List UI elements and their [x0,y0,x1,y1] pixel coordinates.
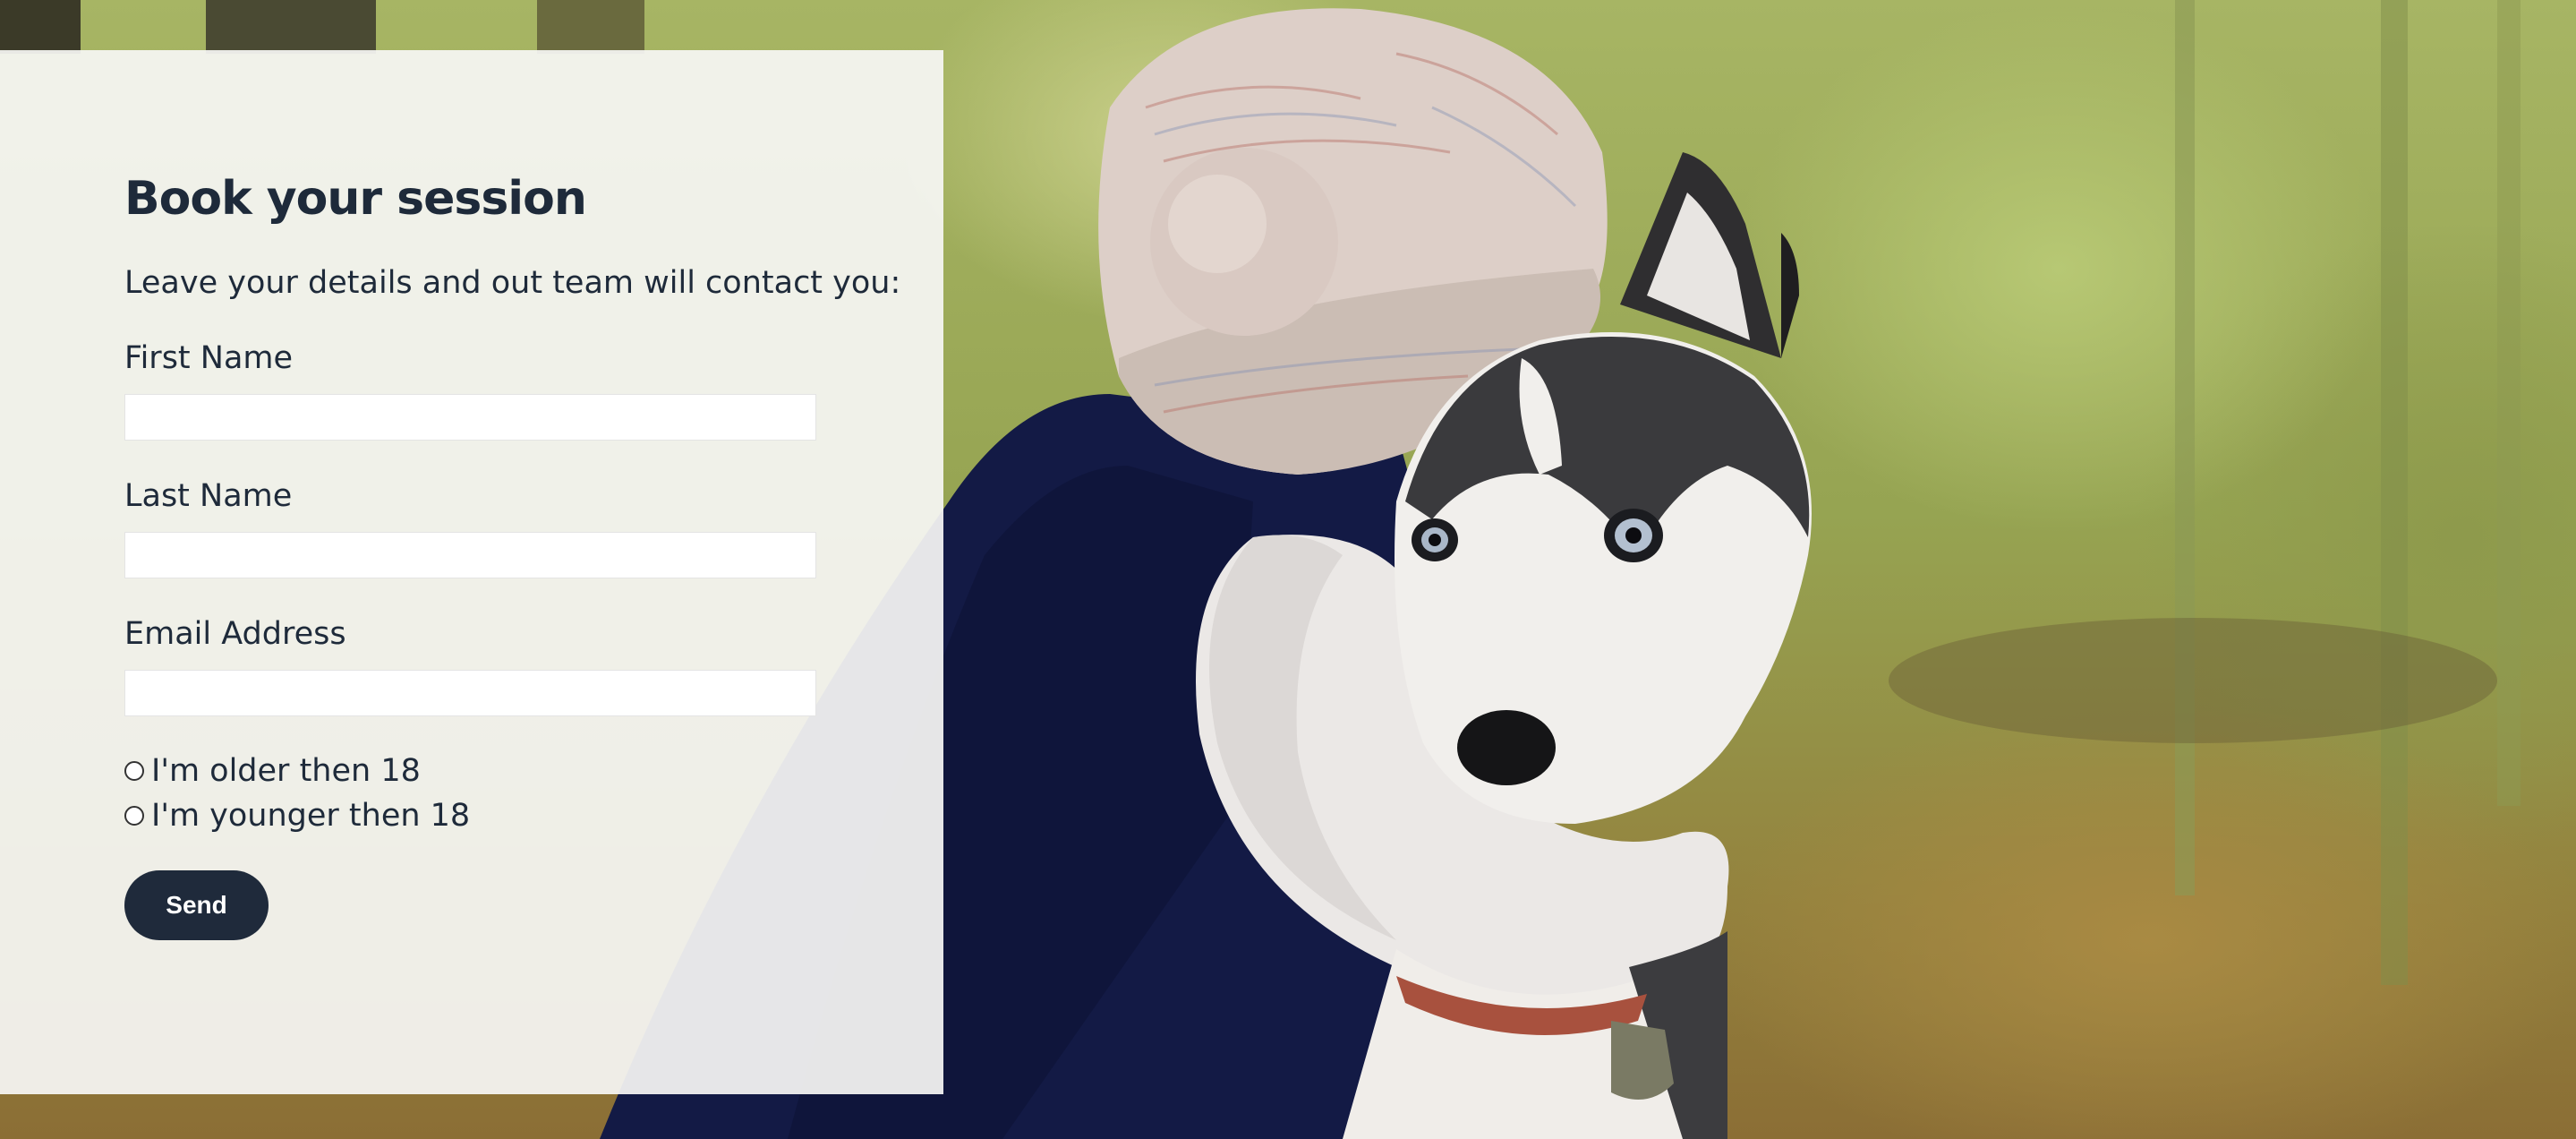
age-option-younger[interactable]: I'm younger then 18 [124,798,470,834]
age-option-older[interactable]: I'm older then 18 [124,753,421,789]
last-name-input[interactable] [124,532,816,578]
older-radio-button[interactable] [124,761,144,781]
form-subtitle: Leave your details and out team will con… [124,265,901,301]
younger-radio-button[interactable] [124,806,144,826]
last-name-label: Last Name [124,478,293,514]
send-button[interactable]: Send [124,870,269,940]
first-name-input[interactable] [124,394,816,441]
email-address-label: Email Address [124,616,346,652]
form-title: Book your session [124,172,587,226]
younger-radio-label: I'm younger then 18 [151,798,471,834]
email-address-input[interactable] [124,670,816,716]
first-name-label: First Name [124,340,294,376]
older-radio-label: I'm older then 18 [151,753,421,789]
